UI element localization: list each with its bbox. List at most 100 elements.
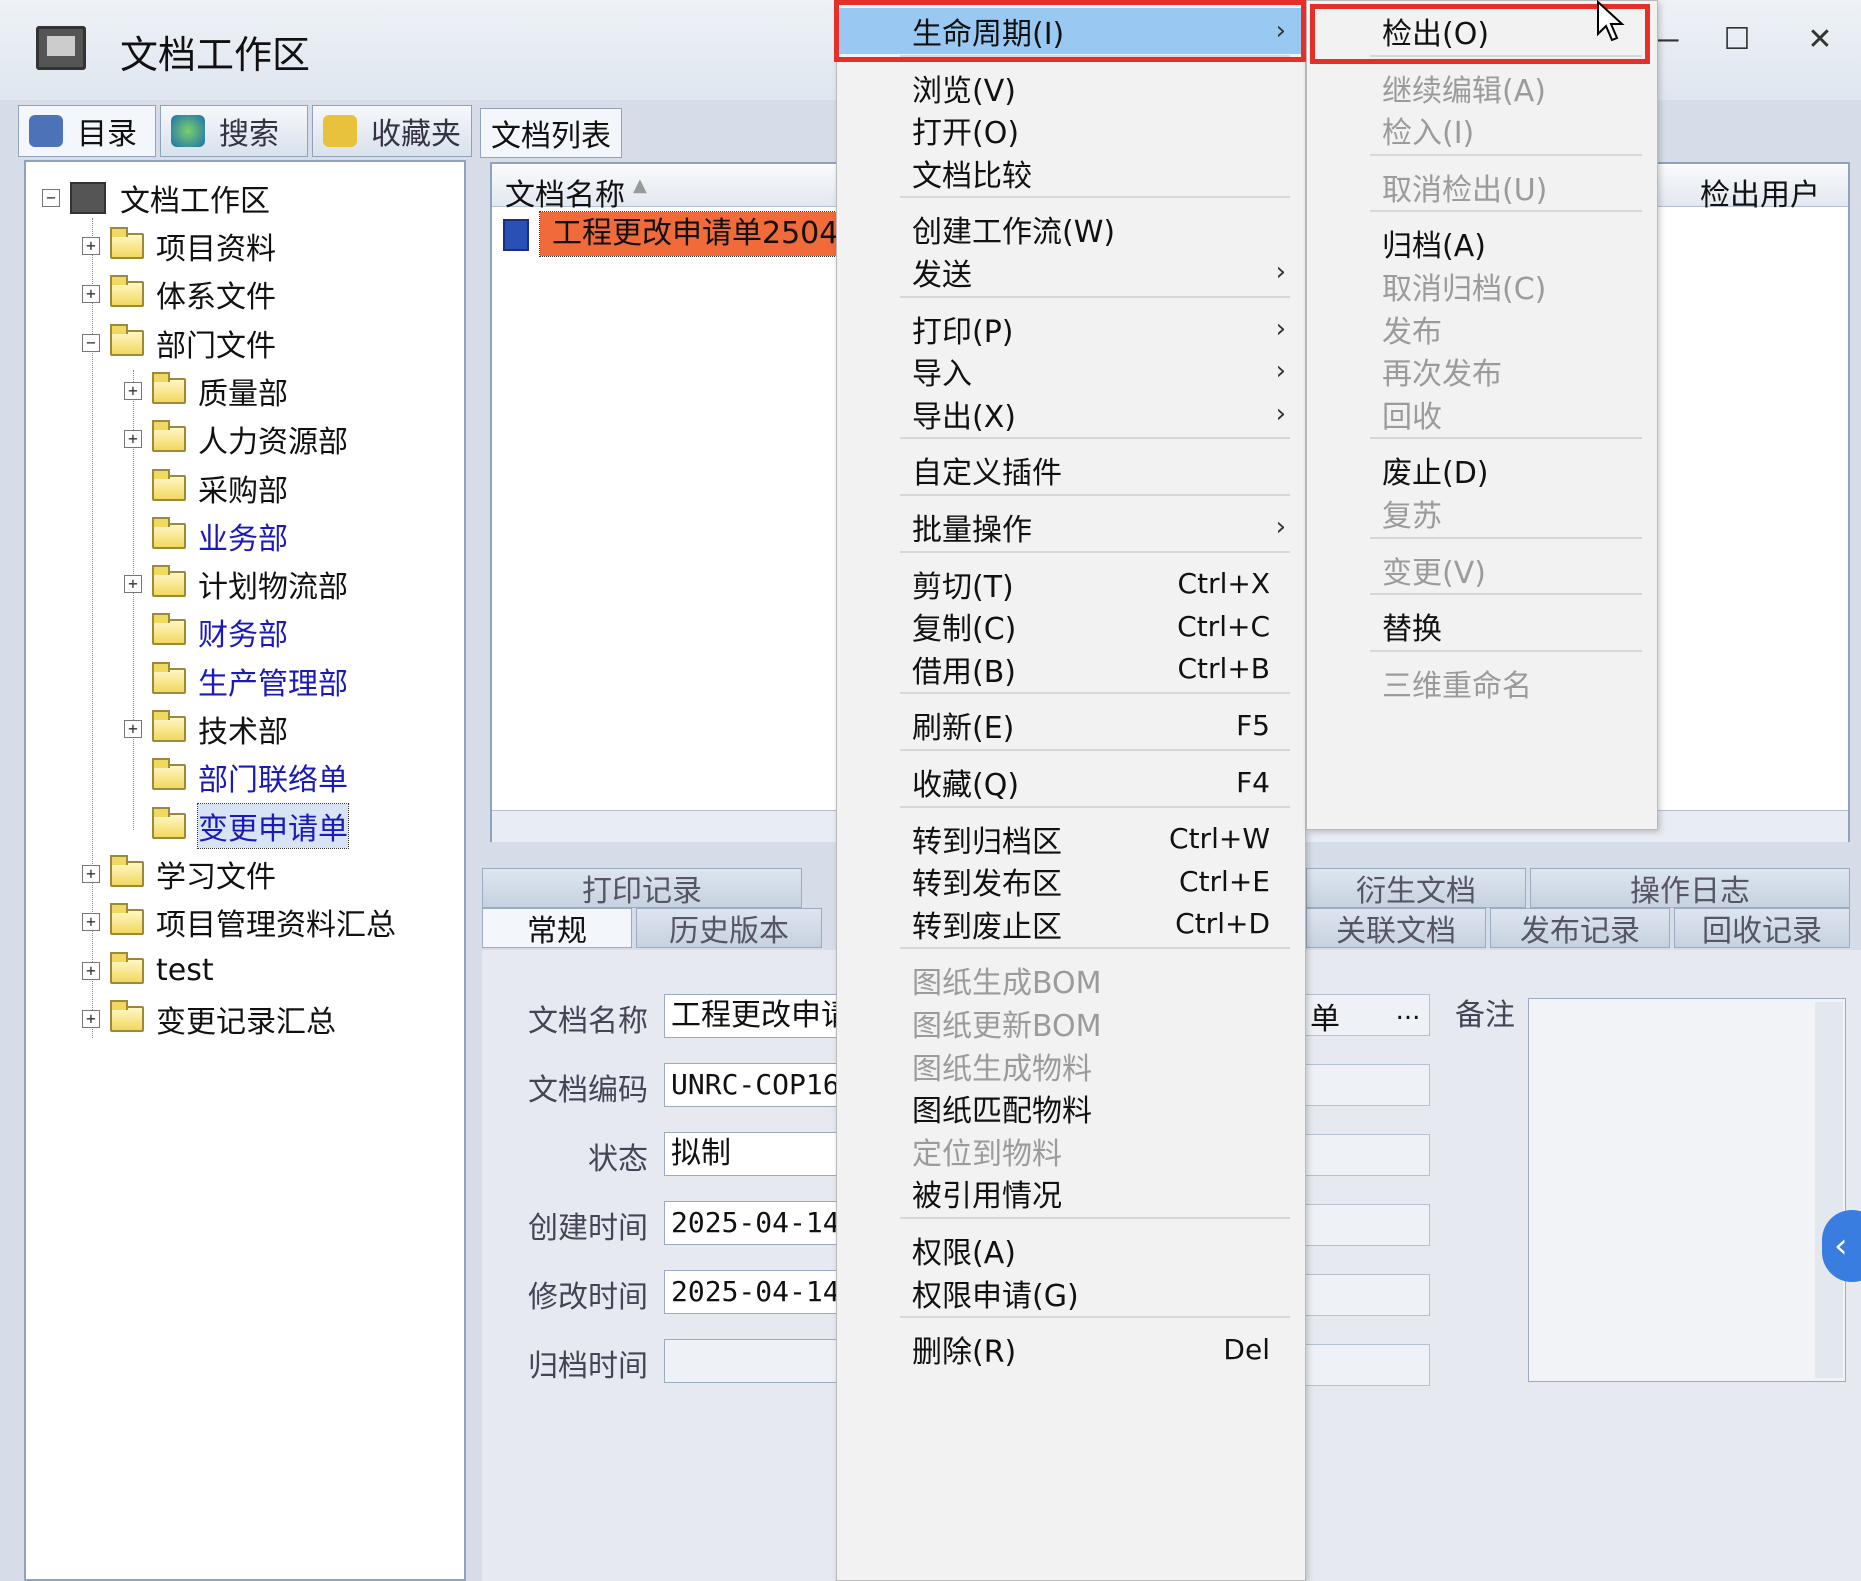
tree-node[interactable]: + 变更记录汇总 [82, 999, 336, 1040]
menu-item[interactable]: 归档(A) [1306, 220, 1658, 266]
folder-icon [152, 806, 186, 839]
search-globe-icon [171, 115, 205, 147]
menu-item[interactable]: 刷新(E) F5 [836, 702, 1306, 748]
remark-scrollbar[interactable] [1815, 1002, 1843, 1378]
tree-node[interactable]: − 部门文件 [82, 323, 276, 364]
tree-node[interactable]: + 学习文件 [82, 854, 276, 895]
tree-node[interactable]: + 人力资源部 [124, 419, 348, 460]
menu-item[interactable]: 借用(B) Ctrl+B [836, 646, 1306, 692]
tree-node[interactable]: 业务部 [124, 516, 288, 557]
right-field-6[interactable] [1300, 1344, 1430, 1386]
property-field[interactable] [664, 1339, 844, 1383]
menu-item[interactable]: 收藏(Q) F4 [836, 759, 1306, 805]
tree-node[interactable]: 财务部 [124, 612, 288, 653]
menu-item: 发布 [1306, 306, 1658, 352]
remark-textarea[interactable] [1528, 998, 1846, 1382]
column-checkout-user[interactable]: 检出用户 [1700, 170, 1820, 214]
tab-related-docs[interactable]: 关联文档 [1306, 908, 1486, 949]
menu-item[interactable]: 打印(P) › [836, 306, 1306, 352]
tab-publish-records[interactable]: 发布记录 [1490, 908, 1670, 949]
submenu-arrow-icon: › [1275, 356, 1286, 387]
doc-row-name[interactable]: 工程更改申请单250414C [539, 211, 841, 257]
menu-item[interactable]: 替换 [1306, 603, 1658, 649]
close-button[interactable]: ✕ [1795, 22, 1845, 57]
right-field-2[interactable] [1300, 1064, 1430, 1106]
mouse-cursor-icon [1597, 0, 1625, 42]
tree-node[interactable]: + 计划物流部 [124, 564, 348, 605]
tree-root[interactable]: − 文档工作区 [42, 178, 270, 219]
tree-node[interactable]: 变更申请单 [124, 802, 349, 849]
tree-node[interactable]: + 体系文件 [82, 274, 276, 315]
tree-node[interactable]: 采购部 [124, 468, 288, 509]
expand-icon[interactable]: + [82, 237, 100, 255]
expand-icon[interactable]: + [82, 961, 100, 980]
browse-button[interactable]: ... [1388, 996, 1428, 1034]
expand-icon[interactable]: + [82, 913, 100, 932]
expand-icon[interactable]: + [124, 720, 142, 738]
menu-item[interactable]: 导入 › [836, 348, 1306, 394]
tab-general[interactable]: 常规 [482, 908, 632, 949]
related-field-value: 单 [1310, 1002, 1340, 1037]
tab-doc-list[interactable]: 文档列表 [480, 108, 622, 158]
menu-item[interactable]: 转到归档区 Ctrl+W [836, 816, 1306, 862]
tree-node[interactable]: + 技术部 [124, 709, 288, 750]
menu-item[interactable]: 批量操作 › [836, 504, 1306, 550]
menu-item[interactable]: 权限(A) [836, 1227, 1306, 1273]
menu-item[interactable]: 剪切(T) Ctrl+X [836, 561, 1306, 607]
menu-item[interactable]: 图纸匹配物料 [836, 1085, 1306, 1131]
collapse-icon[interactable]: − [42, 189, 60, 207]
menu-item[interactable]: 导出(X) › [836, 391, 1306, 437]
column-doc-name[interactable]: 文档名称 [505, 170, 625, 214]
expand-icon[interactable]: + [124, 381, 142, 400]
menu-item[interactable]: 自定义插件 [836, 447, 1306, 493]
menu-item[interactable]: 打开(O) [836, 107, 1306, 153]
menu-item[interactable]: 发送 › [836, 249, 1306, 295]
menu-item[interactable]: 浏览(V) [836, 65, 1306, 111]
tab-history-versions[interactable]: 历史版本 [636, 908, 822, 949]
tree-node[interactable]: + 项目管理资料汇总 [82, 902, 396, 943]
expand-icon[interactable]: + [124, 575, 142, 594]
tree-node[interactable]: + test [82, 951, 214, 991]
tab-favorites[interactable]: 收藏夹 [312, 105, 472, 157]
expand-icon[interactable]: + [82, 1009, 100, 1028]
menu-separator [900, 550, 1290, 553]
menu-item-label: 转到发布区 [912, 867, 1062, 903]
expand-icon[interactable]: + [124, 430, 142, 449]
tree-node[interactable]: + 质量部 [124, 371, 288, 412]
menu-item[interactable]: 转到废止区 Ctrl+D [836, 901, 1306, 947]
tab-search-label: 搜索 [219, 117, 279, 152]
tree-node[interactable]: + 项目资料 [82, 226, 276, 267]
property-field[interactable]: 拟制 [664, 1132, 844, 1176]
tab-recycle-records[interactable]: 回收记录 [1674, 908, 1850, 949]
tab-search[interactable]: 搜索 [160, 105, 308, 157]
menu-item[interactable]: 删除(R) Del [836, 1326, 1306, 1372]
menu-item[interactable]: 创建工作流(W) [836, 206, 1306, 252]
tab-print-records[interactable]: 打印记录 [482, 868, 802, 909]
collapse-icon[interactable]: − [82, 333, 100, 352]
right-field-4[interactable] [1300, 1204, 1430, 1246]
right-field-3[interactable] [1300, 1134, 1430, 1176]
tree-node[interactable]: 部门联络单 [124, 757, 348, 798]
tree-node[interactable]: 生产管理部 [124, 661, 348, 702]
tab-catalog[interactable]: 目录 [18, 105, 156, 157]
tab-operation-log[interactable]: 操作日志 [1530, 868, 1850, 909]
menu-item[interactable]: 权限申请(G) [836, 1270, 1306, 1316]
property-field[interactable]: UNRC-COP16-0 [664, 1063, 844, 1107]
tab-catalog-label: 目录 [77, 117, 137, 152]
property-field[interactable]: 工程更改申请 [664, 994, 844, 1038]
menu-item[interactable]: 转到发布区 Ctrl+E [836, 858, 1306, 904]
menu-item[interactable]: 被引用情况 [836, 1170, 1306, 1216]
menu-item[interactable]: 文档比较 [836, 150, 1306, 196]
expand-icon[interactable]: + [82, 285, 100, 304]
menu-item[interactable]: 复制(C) Ctrl+C [836, 603, 1306, 649]
tab-derived-docs[interactable]: 衍生文档 [1306, 868, 1526, 909]
expand-icon[interactable]: + [82, 864, 100, 883]
folder-icon [110, 903, 144, 936]
menu-item[interactable]: 废止(D) [1306, 447, 1658, 493]
menu-shortcut: Ctrl+B [1177, 652, 1271, 686]
menu-shortcut: Ctrl+W [1169, 822, 1270, 856]
property-field[interactable]: 2025-04-14 1 [664, 1270, 844, 1314]
right-field-5[interactable] [1300, 1274, 1430, 1316]
maximize-button[interactable]: ☐ [1712, 22, 1762, 57]
property-field[interactable]: 2025-04-14 1 [664, 1201, 844, 1245]
